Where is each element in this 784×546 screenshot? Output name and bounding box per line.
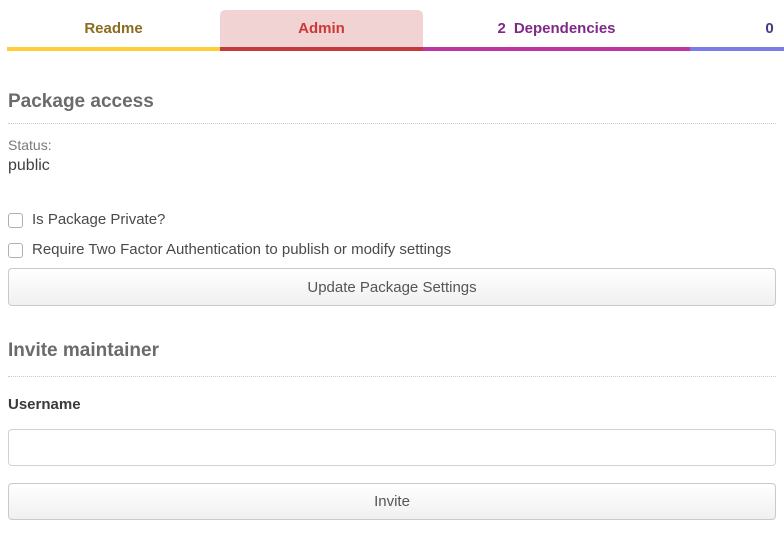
two-factor-checkbox-label: Require Two Factor Authentication to pub… [32, 241, 451, 259]
tab-admin-label: Admin [298, 20, 345, 37]
tab-dependencies-label: Dependencies [514, 20, 616, 37]
package-access-section: Package access Status: public Is Package… [8, 90, 776, 306]
invite-maintainer-title: Invite maintainer [8, 339, 776, 363]
package-access-title: Package access [8, 90, 776, 114]
private-package-checkbox-row[interactable]: Is Package Private? [8, 211, 776, 229]
tab-readme[interactable]: Readme [7, 10, 220, 51]
two-factor-checkbox[interactable] [8, 243, 23, 258]
invite-maintainer-section: Invite maintainer Username Invite [8, 339, 776, 520]
tab-bar: Readme Admin 2 Dependencies 0 [7, 10, 784, 51]
tab-admin[interactable]: Admin [220, 10, 423, 51]
section-divider [8, 123, 776, 124]
private-package-checkbox[interactable] [8, 213, 23, 228]
two-factor-checkbox-row[interactable]: Require Two Factor Authentication to pub… [8, 241, 776, 259]
username-input[interactable] [8, 429, 776, 466]
tab-readme-label: Readme [84, 20, 142, 37]
tab-dependencies[interactable]: 2 Dependencies [423, 10, 690, 51]
invite-button[interactable]: Invite [8, 483, 776, 520]
tab-dependents[interactable]: 0 [690, 10, 784, 51]
tab-dependents-count: 0 [765, 20, 773, 37]
status-label: Status: [8, 137, 776, 154]
section-divider [8, 376, 776, 377]
status-value: public [8, 156, 776, 176]
username-label: Username [8, 396, 776, 414]
tab-dependencies-count: 2 [497, 20, 505, 37]
update-package-settings-button[interactable]: Update Package Settings [8, 268, 776, 306]
private-package-checkbox-label: Is Package Private? [32, 211, 165, 229]
